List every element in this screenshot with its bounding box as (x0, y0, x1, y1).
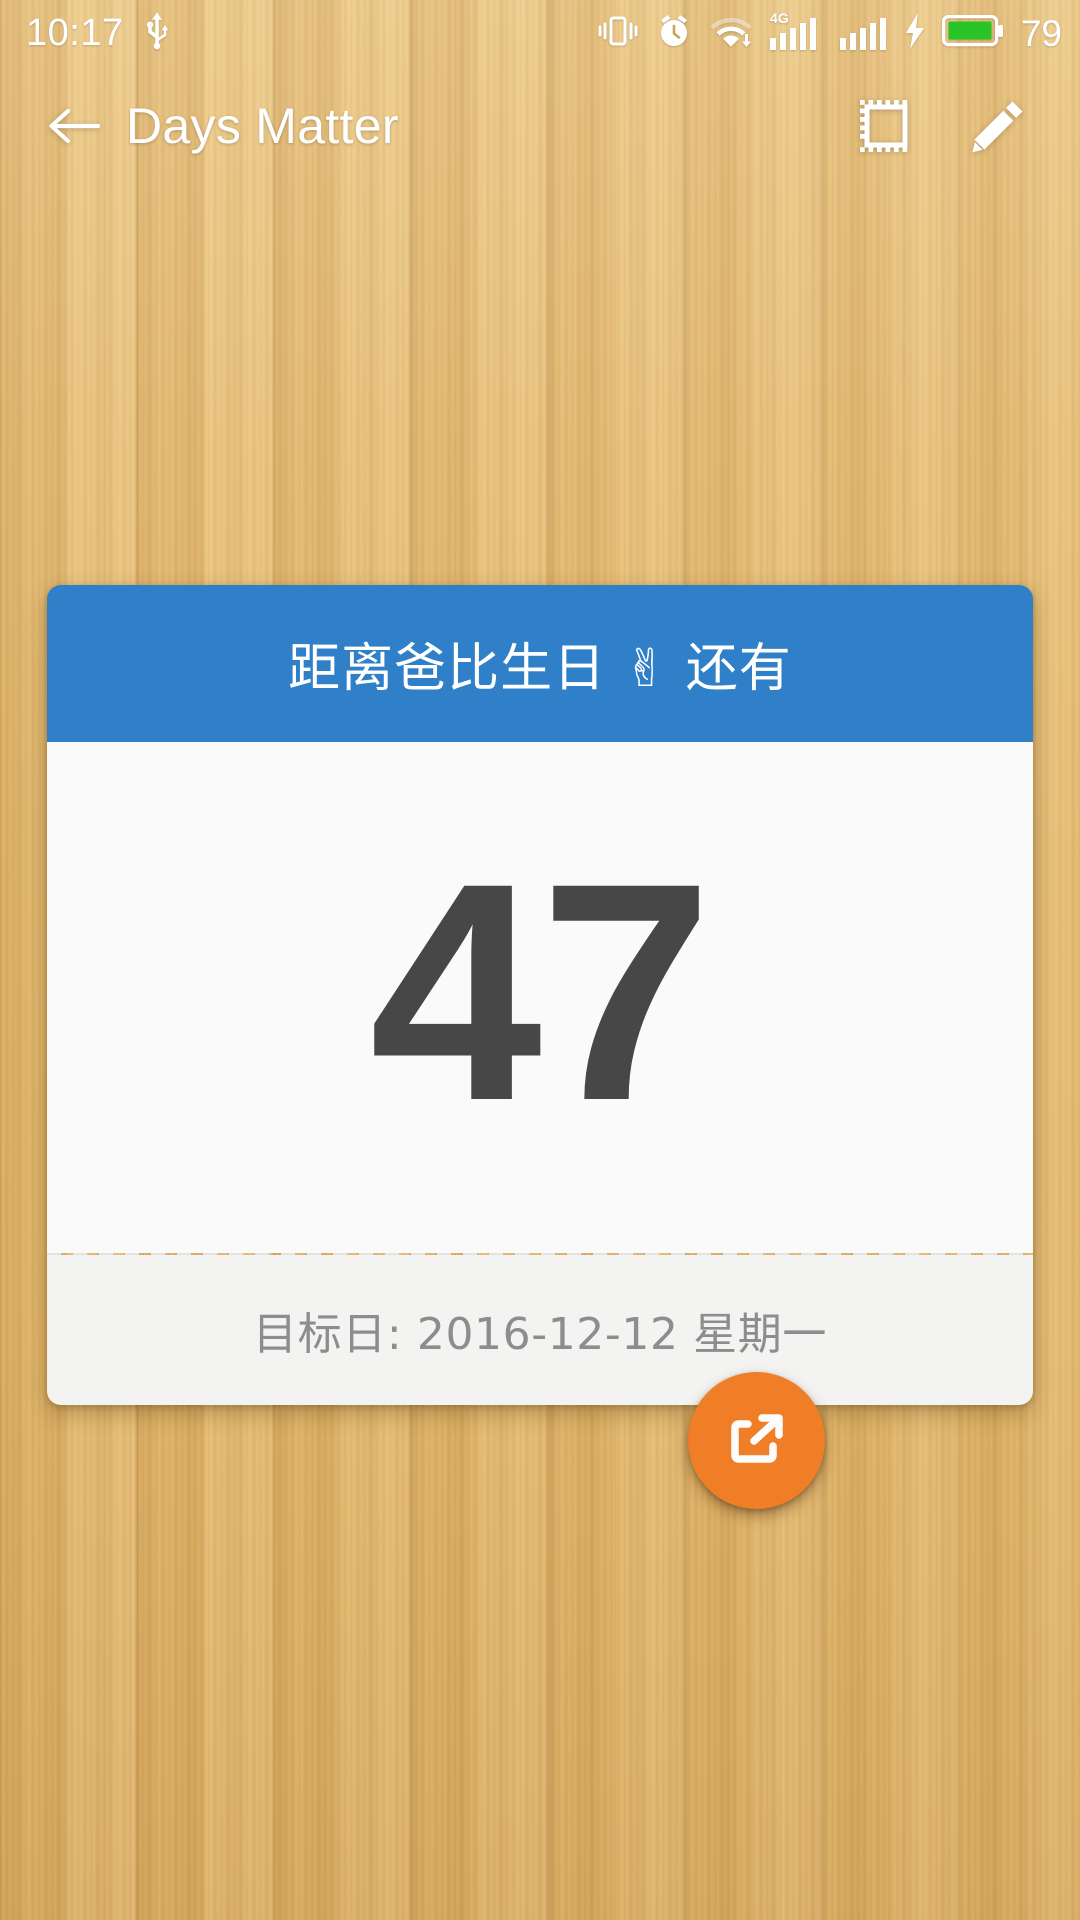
app-bar: Days Matter (0, 66, 1080, 186)
status-bar-right-group: 4G 79 (596, 10, 1062, 57)
countdown-card-body: 47 (47, 742, 1033, 1253)
battery-percent-label: 79 (1020, 12, 1062, 54)
signal-bars-icon (838, 10, 888, 57)
countdown-title: 距离爸比生日 ✌ 还有 (288, 639, 792, 699)
app-bar-actions (838, 78, 1046, 174)
signal-4g-icon: 4G (768, 10, 824, 57)
status-clock: 10:17 (26, 12, 124, 54)
vibrate-icon (596, 13, 640, 54)
share-icon (730, 1413, 783, 1463)
wifi-download-icon (708, 11, 754, 56)
alarm-clock-icon (654, 11, 694, 56)
charging-bolt-icon (902, 11, 928, 56)
target-date-label: 目标日: 2016-12-12 星期一 (253, 1309, 827, 1360)
svg-text:4G: 4G (770, 10, 789, 26)
days-remaining-number: 47 (369, 817, 713, 1165)
page-title: Days Matter (126, 98, 399, 154)
edit-pencil-button[interactable] (950, 78, 1046, 174)
share-fab-button[interactable] (688, 1372, 825, 1509)
stamp-frame-button[interactable] (838, 78, 934, 174)
countdown-card-footer: 目标日: 2016-12-12 星期一 (47, 1255, 1033, 1405)
countdown-card-header: 距离爸比生日 ✌ 还有 (47, 585, 1033, 742)
back-button[interactable] (26, 78, 122, 174)
usb-icon (142, 11, 172, 56)
battery-icon (941, 12, 1004, 55)
status-bar-left-group: 10:17 (26, 11, 172, 56)
countdown-card[interactable]: 距离爸比生日 ✌ 还有 47 目标日: 2016-12-12 星期一 (47, 585, 1033, 1405)
status-bar: 10:17 4G 79 (0, 0, 1080, 66)
